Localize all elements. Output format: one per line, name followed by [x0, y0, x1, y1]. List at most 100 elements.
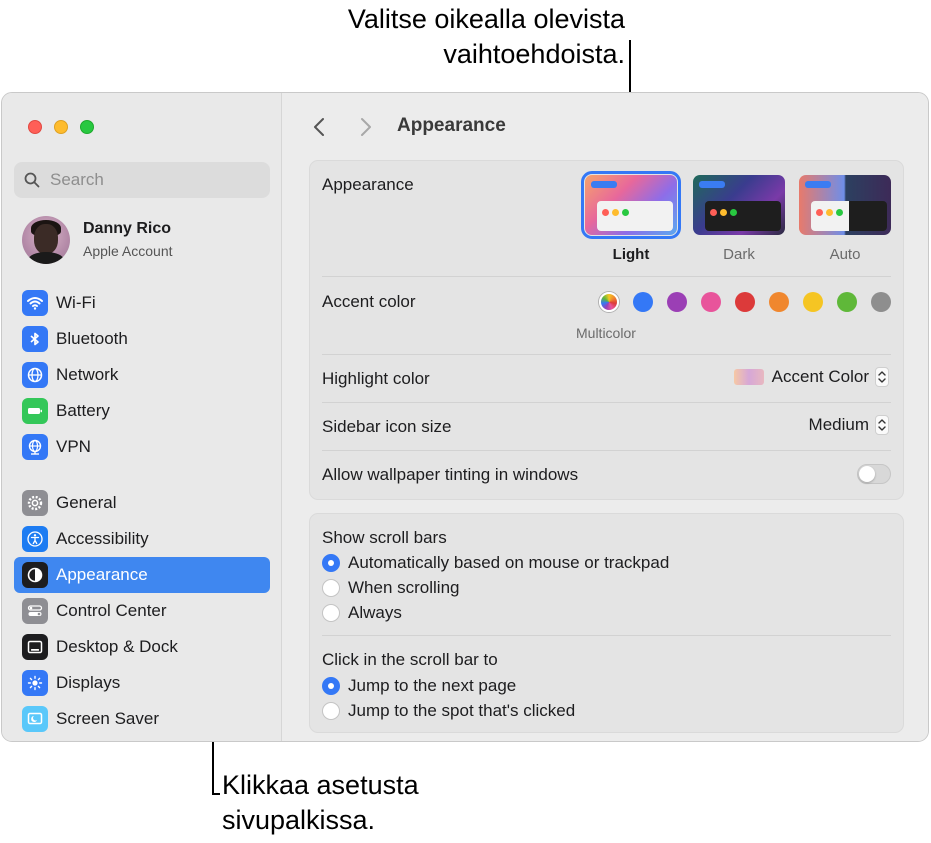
globe-icon: [22, 362, 48, 388]
radio-jump-next-page[interactable]: Jump to the next page: [322, 676, 516, 696]
battery-icon: [22, 398, 48, 424]
appearance-option-light[interactable]: [581, 171, 681, 239]
window-minimize-button[interactable]: [54, 120, 68, 134]
sidebar-icon-size-value: Medium: [808, 415, 869, 434]
sidebar-item-label: Network: [56, 365, 119, 384]
radio-scroll-automatic[interactable]: Automatically based on mouse or trackpad: [322, 553, 669, 573]
radio-button[interactable]: [322, 604, 340, 622]
appearance-settings-panel: Appearance Light Dark Auto Accent color …: [309, 160, 904, 500]
appearance-option-dark[interactable]: [693, 175, 785, 235]
sidebar-item-accessibility[interactable]: Accessibility: [14, 521, 270, 557]
multicolor-caption: Multicolor: [576, 325, 636, 341]
chevron-updown-icon: [875, 415, 889, 435]
window-zoom-button[interactable]: [80, 120, 94, 134]
click-scroll-bar-label: Click in the scroll bar to: [322, 650, 498, 669]
settings-window: Danny Rico Apple Account Wi-Fi Bluetooth…: [1, 92, 929, 742]
appearance-option-light-label: Light: [612, 246, 650, 263]
callout-bottom-line-foot: [212, 793, 220, 795]
account-profile[interactable]: Danny Rico Apple Account: [22, 215, 262, 265]
accent-swatch-graphite[interactable]: [871, 292, 891, 312]
desktop-dock-icon: [22, 634, 48, 660]
highlight-color-swatch: [733, 369, 764, 385]
control-center-icon: [22, 598, 48, 624]
accessibility-icon: [22, 526, 48, 552]
sidebar-item-label: Screen Saver: [56, 709, 159, 728]
sidebar-item-displays[interactable]: Displays: [14, 665, 270, 701]
sidebar-item-control-center[interactable]: Control Center: [14, 593, 270, 629]
sidebar-item-vpn[interactable]: VPN: [14, 429, 270, 465]
vpn-globe-icon: [22, 434, 48, 460]
divider: [322, 635, 891, 636]
chevron-left-icon: [314, 118, 324, 136]
wallpaper-tinting-label: Allow wallpaper tinting in windows: [322, 465, 579, 484]
accent-swatch-yellow[interactable]: [803, 292, 823, 312]
radio-scroll-always[interactable]: Always: [322, 603, 402, 623]
chevron-updown-icon: [875, 367, 889, 387]
accent-swatch-orange[interactable]: [769, 292, 789, 312]
accent-swatch-blue[interactable]: [633, 292, 653, 312]
radio-jump-to-spot[interactable]: Jump to the spot that's clicked: [322, 701, 575, 721]
sidebar-item-label: Battery: [56, 401, 110, 420]
content-pane: Appearance Appearance Light Dark Auto Ac…: [283, 93, 928, 741]
back-button[interactable]: [307, 115, 331, 139]
sidebar-item-label: Wi-Fi: [56, 293, 96, 312]
radio-label: Automatically based on mouse or trackpad: [348, 553, 670, 572]
page-title: Appearance: [397, 115, 506, 136]
radio-button[interactable]: [322, 554, 340, 572]
accent-swatch-purple[interactable]: [667, 292, 687, 312]
divider: [322, 354, 891, 355]
divider: [322, 450, 891, 451]
radio-label: Always: [348, 603, 402, 622]
accent-swatch-green[interactable]: [837, 292, 857, 312]
appearance-option-auto[interactable]: [799, 175, 891, 235]
sidebar-item-general[interactable]: General: [14, 485, 270, 521]
appearance-row-label: Appearance: [322, 175, 414, 194]
search-icon: [24, 172, 40, 188]
sidebar-search[interactable]: [14, 162, 270, 198]
gear-icon: [22, 490, 48, 516]
divider: [322, 276, 891, 277]
sidebar-item-battery[interactable]: Battery: [14, 393, 270, 429]
show-scroll-bars-label: Show scroll bars: [322, 528, 447, 547]
highlight-color-label: Highlight color: [322, 369, 430, 388]
screen-saver-icon: [22, 706, 48, 732]
wallpaper-tinting-toggle[interactable]: [857, 464, 891, 484]
appearance-option-auto-label: Auto: [829, 246, 861, 263]
avatar: [22, 216, 70, 264]
accent-color-label: Accent color: [322, 292, 416, 311]
sidebar: Danny Rico Apple Account Wi-Fi Bluetooth…: [2, 93, 282, 741]
radio-scroll-when-scrolling[interactable]: When scrolling: [322, 578, 460, 598]
highlight-color-popup[interactable]: Accent Color: [733, 367, 889, 387]
sidebar-icon-size-label: Sidebar icon size: [322, 417, 452, 436]
sidebar-item-network[interactable]: Network: [14, 357, 270, 393]
chevron-right-icon: [361, 118, 371, 136]
callout-bottom-text: Klikkaa asetusta sivupalkissa.: [222, 770, 419, 835]
sidebar-item-desktop-dock[interactable]: Desktop & Dock: [14, 629, 270, 665]
displays-icon: [22, 670, 48, 696]
radio-button[interactable]: [322, 677, 340, 695]
sidebar-item-appearance[interactable]: Appearance: [14, 557, 270, 593]
accent-swatch-multicolor[interactable]: [599, 292, 619, 312]
sidebar-item-label: Accessibility: [56, 529, 149, 548]
profile-name: Danny Rico: [83, 220, 172, 237]
accent-swatch-pink[interactable]: [701, 292, 721, 312]
sidebar-group-network: Wi-Fi Bluetooth Network Battery VPN: [14, 285, 270, 465]
highlight-color-value: Accent Color: [771, 367, 869, 386]
radio-button[interactable]: [322, 579, 340, 597]
sidebar-item-bluetooth[interactable]: Bluetooth: [14, 321, 270, 357]
sidebar-item-wifi[interactable]: Wi-Fi: [14, 285, 270, 321]
search-input[interactable]: [50, 170, 250, 190]
accent-swatch-red[interactable]: [735, 292, 755, 312]
profile-subtitle: Apple Account: [83, 243, 173, 259]
radio-label: Jump to the spot that's clicked: [348, 701, 576, 720]
radio-button[interactable]: [322, 702, 340, 720]
window-close-button[interactable]: [28, 120, 42, 134]
appearance-option-dark-label: Dark: [723, 246, 755, 263]
sidebar-item-screen-saver[interactable]: Screen Saver: [14, 701, 270, 737]
wifi-icon: [22, 290, 48, 316]
sidebar-icon-size-popup[interactable]: Medium: [809, 415, 889, 435]
radio-label: Jump to the next page: [348, 676, 517, 695]
forward-button[interactable]: [354, 115, 378, 139]
sidebar-item-label: Desktop & Dock: [56, 637, 178, 656]
callout-top-text: Valitse oikealla olevista vaihtoehdoista…: [347, 4, 625, 69]
